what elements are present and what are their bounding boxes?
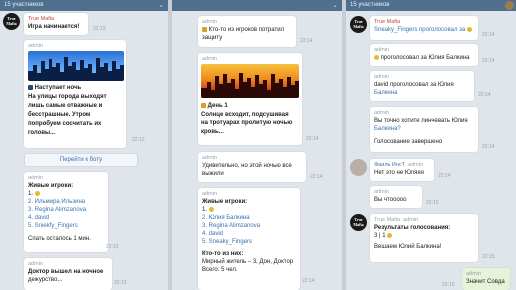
message-sender: True Mafia [374,19,401,25]
message-time: 22:13 [114,280,127,286]
shield-icon [202,26,207,32]
total-text: Всего: 5 чел. [202,267,238,273]
hand-icon [34,190,40,196]
chat-header[interactable]: 15 участников ⌄ [0,0,168,11]
avatar[interactable] [350,159,367,176]
player-item[interactable]: 5. Sneaky_Fingers [202,238,296,246]
chat-panel-3: 15 участников True Mafia True Mafia Sneak… [346,0,516,290]
player-item[interactable]: 2. Юлия Балкина [202,214,296,222]
message-time: 22:13 [93,26,106,32]
player-item[interactable]: 3. Regina Alimzanova [28,206,104,214]
message-time: 22:14 [302,278,315,284]
message-bubble: Фаиль ИнсТ admin Нет это не Юляяя [370,159,434,181]
open-bot-button[interactable]: Перейти к боту [24,153,138,167]
message-sender: admin [374,47,389,53]
message-sender: admin [28,175,43,181]
message-time: 22:15 [442,282,455,288]
sleep-timer-text: Спать осталось 1 мин. [28,236,91,242]
hand-icon [466,26,472,32]
message-sender: admin [202,56,217,62]
message-text: Игра начинается! [28,24,80,30]
message-sender: True Mafia [374,217,401,223]
message-time: 22:14 [482,144,495,150]
player-item[interactable]: 5. Sniekfy_Fingers [28,222,104,230]
message-sender: admin [28,261,43,267]
message-sender: admin [374,189,389,195]
members-count: 15 участников [4,2,44,8]
city-skyline-graphic [28,57,124,81]
message-time: 22:14 [482,32,495,38]
message-time: 22:15 [426,200,439,206]
message-sender: admin [466,271,481,277]
message-text: Нет это не Юляяя [374,170,424,176]
message-bubble: admin Значит Совда [462,268,510,290]
message-bubble: admin Кто-то из игроков потратил защиту [198,16,296,47]
message-sender: Фаиль ИнсТ [374,162,406,168]
message-bubble: admin Удивительно, но этой ночью все выж… [198,152,306,182]
player-item[interactable]: 4. david [202,230,296,238]
player-item[interactable]: 4. david [28,214,104,222]
results-title: Результаты голосования: [374,225,451,231]
player-item[interactable]: 2. Ильмира Ильзина [28,198,104,206]
moon-icon [28,84,33,90]
players-title: Живые игроки: [202,199,248,205]
avatar[interactable]: True Mafia [350,16,367,33]
chevron-down-icon[interactable]: ⌄ [330,0,340,11]
roles-text: Мирный житель – 3, Дон, Доктор [202,259,294,265]
result-text: Вешаем Юлий Балкина! [374,244,442,250]
message-bubble: admin Живые игроки: 1. 2. Ильмира Ильзин… [24,172,108,252]
chat-header[interactable]: 15 участников [346,0,516,11]
hand-icon [208,206,214,212]
message-bubble: True Mafia admin Результаты голосования: … [370,214,478,262]
player-item: 1. [28,190,104,198]
message-bubble: admin Вы точно хотите линчевать Юлия Бал… [370,107,478,152]
city-skyline-graphic [201,73,299,98]
message-sender: admin [202,155,217,161]
message-time: 22:13 [132,137,145,143]
message-bubble: admin Живые игроки: 1. 2. Юлия Балкина 3… [198,188,300,290]
city-night-image[interactable] [28,51,124,81]
thumbs-icon [387,232,393,238]
message-text-block: День 1 Солнце всходит, подсушивая на тро… [201,102,293,135]
avatar[interactable]: True Mafia [350,214,367,231]
chat-panel-2: ⌄ admin Кто-то из игроков потратил защит… [172,0,342,290]
message-time: 22:13 [106,244,119,250]
message-sender: admin [202,19,217,25]
message-time: 22:14 [478,92,491,98]
message-bubble: admin david проголосовал за Юлия Балкина [370,71,474,101]
message-sender: admin [374,74,389,80]
message-sender: admin [202,191,217,197]
message-sender: admin [28,43,43,49]
message-bubble: admin проголосовал за Юлия Балкина [370,44,478,66]
sun-icon [201,102,206,108]
message-time: 22:14 [438,173,451,179]
message-text-block: Наступает ночь На улицы города выходят л… [28,84,107,136]
message-time: 22:15 [482,254,495,260]
message-bubble: admin Доктор вышел на ночное дежурство..… [24,258,112,290]
chevron-down-icon[interactable]: ⌄ [156,0,166,11]
message-time: 22:14 [300,38,313,44]
message-sender: True Mafia [28,16,55,22]
message-bubble: admin Вы чтооооо [370,186,422,208]
city-sunrise-image[interactable] [201,64,299,98]
hand-icon [374,54,379,60]
members-count: 15 участников [350,2,390,8]
player-item: 1. [202,206,296,214]
message-time: 22:14 [306,136,319,142]
message-text: Значит Совда [466,279,505,285]
chat-header[interactable]: ⌄ [172,0,342,11]
message-sender: admin [374,110,389,116]
player-item[interactable]: 3. Regina Alimzanova [202,222,296,230]
message-text: Вы чтооооо [374,197,407,203]
players-title: Живые игроки: [28,183,74,189]
message-bubble: True Mafia Sneaky_Fingers проголосовал з… [370,16,478,40]
message-time: 22:14 [482,58,495,64]
group-avatar[interactable] [505,1,514,10]
message-bubble: True Mafia Игра начинается! [24,13,88,35]
chat-panel-1: 15 участников ⌄ True Mafia True Mafia Игр… [0,0,168,290]
roles-title: Кто-то из них: [202,251,244,257]
avatar[interactable]: True Mafia [3,13,20,30]
message-time: 22:14 [310,174,323,180]
vote-status-text: Голосование завершено [374,139,443,145]
